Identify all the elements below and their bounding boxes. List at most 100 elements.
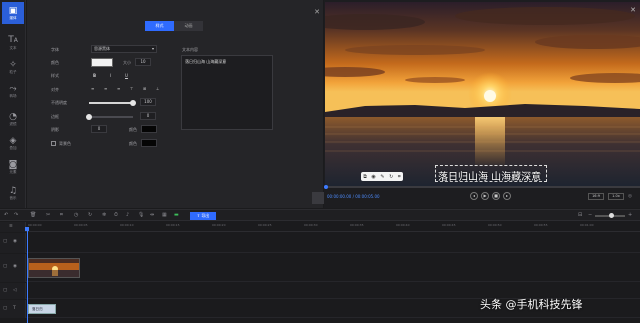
align-bottom-icon[interactable]: ⊥ xyxy=(156,86,159,91)
sidebar-item-particle[interactable]: ✧ 粒子 xyxy=(2,56,24,78)
sidebar-item-overlay[interactable]: ◈ 叠加 xyxy=(2,132,24,154)
align-left-icon[interactable]: ≡ xyxy=(91,86,94,91)
brush-icon[interactable]: ✎ xyxy=(380,174,384,180)
lock-icon[interactable]: ▢ xyxy=(3,288,7,293)
size-label: 大小 xyxy=(123,60,131,65)
aspect-ratio-select[interactable]: 16:9 xyxy=(588,193,604,200)
preview-zoom-select[interactable]: 1.0x xyxy=(608,193,624,200)
align-top-icon[interactable]: ⊤ xyxy=(130,86,133,91)
video-editor-app: ▣ 媒体 TA 文本 ✧ 粒子 ⤳ 转场 ◔ 滤镜 ◈ 叠加 ◙ 元素 ♫ 音乐 xyxy=(0,0,640,323)
eye-icon[interactable]: ◉ xyxy=(13,264,17,269)
opacity-input[interactable]: 100 xyxy=(140,98,156,106)
progress-handle[interactable] xyxy=(324,185,328,189)
mic-icon[interactable]: 🎙 xyxy=(138,212,144,218)
text-color-swatch[interactable] xyxy=(91,58,113,67)
play-icon[interactable]: ▶ xyxy=(481,192,489,200)
background-color-swatch[interactable] xyxy=(141,139,157,147)
eye-icon[interactable]: ◉ xyxy=(13,239,17,244)
opacity-slider[interactable] xyxy=(89,100,136,106)
add-track-icon[interactable]: ≡ xyxy=(9,224,13,229)
crop-icon[interactable]: ⌗ xyxy=(398,174,401,180)
timeline-zoom-slider[interactable] xyxy=(595,213,625,218)
text-style-panel: 样式 动画 ✕ 字体 思源黑体 ▾ 颜色 大小 10 样式 B I U 对齐 ≡… xyxy=(27,0,346,208)
preview-progress-bar[interactable] xyxy=(324,185,640,189)
zoom-out-icon[interactable]: − xyxy=(588,212,592,218)
align-right-icon[interactable]: ≡ xyxy=(117,86,120,91)
tab-animation[interactable]: 动画 xyxy=(174,21,203,31)
speaker-icon[interactable]: ◁ xyxy=(13,288,16,293)
prev-frame-icon[interactable]: ◂ xyxy=(470,192,478,200)
timer-icon[interactable]: ⏱ xyxy=(114,212,118,218)
rotate-icon[interactable]: ↻ xyxy=(88,212,92,218)
bold-button[interactable]: B xyxy=(93,73,96,78)
text-content-input[interactable]: 落日归山海 山海藏深意 xyxy=(181,55,273,130)
green-screen-icon[interactable]: ▬ xyxy=(174,212,179,218)
shadow-input[interactable]: 0 xyxy=(91,125,107,133)
playhead[interactable] xyxy=(27,228,28,323)
fit-timeline-icon[interactable]: ⊟ xyxy=(578,212,582,218)
rotate-icon[interactable]: ↻ xyxy=(389,174,393,180)
close-icon[interactable]: ✕ xyxy=(630,6,636,14)
sidebar-item-transition[interactable]: ⤳ 转场 xyxy=(2,80,24,102)
align-middle-icon[interactable]: ⊞ xyxy=(143,86,146,91)
redo-icon[interactable]: ↷ xyxy=(14,212,18,218)
sidebar-item-text[interactable]: TA 文本 xyxy=(2,32,24,54)
background-checkbox[interactable] xyxy=(51,141,56,146)
speed-icon[interactable]: ◷ xyxy=(74,212,78,218)
lock-icon[interactable]: ▢ xyxy=(3,239,7,244)
preview-subtitle-text[interactable]: 落日归山海 山海藏深意 xyxy=(438,168,541,183)
zoom-in-icon[interactable]: + xyxy=(628,212,632,218)
timeline-track[interactable] xyxy=(26,254,640,282)
cut-icon[interactable]: ✂ xyxy=(46,212,50,218)
undo-icon[interactable]: ↶ xyxy=(4,212,8,218)
delete-icon[interactable]: 🗑 xyxy=(30,212,36,218)
watermark-text: 头条 @手机科技先锋 xyxy=(480,298,583,311)
sidebar-item-label: 音乐 xyxy=(9,195,17,200)
size-input[interactable]: 10 xyxy=(135,58,151,66)
subtitle-mini-toolbar: ⧉ ◉ ✎ ↻ ⌗ xyxy=(361,172,403,181)
sidebar-item-element[interactable]: ◙ 元素 xyxy=(2,156,24,178)
zoom-slider-knob[interactable] xyxy=(609,213,614,218)
opacity-slider-knob[interactable] xyxy=(130,100,136,106)
lock-icon[interactable]: ▢ xyxy=(3,306,7,311)
font-select[interactable]: 思源黑体 ▾ xyxy=(91,45,157,53)
tab-style[interactable]: 样式 xyxy=(145,21,174,31)
sidebar-item-music[interactable]: ♫ 音乐 xyxy=(2,182,24,204)
ruler-tick-label: 00:00:20 xyxy=(212,223,226,227)
close-icon[interactable]: ✕ xyxy=(314,8,320,16)
split-icon[interactable]: ⇹ xyxy=(150,212,154,218)
next-frame-icon[interactable]: ▸ xyxy=(503,192,511,200)
ruler-tick-label: 00:00:10 xyxy=(120,223,134,227)
border-slider-knob[interactable] xyxy=(86,114,92,120)
video-clip[interactable] xyxy=(28,258,80,278)
music-icon: ♫ xyxy=(8,185,18,196)
border-input[interactable]: 0 xyxy=(140,112,156,120)
timeline-track[interactable] xyxy=(26,233,640,253)
text-clip[interactable]: 落日归 xyxy=(28,304,56,314)
shadow-color-swatch[interactable] xyxy=(141,125,157,133)
sidebar-item-filter[interactable]: ◔ 滤镜 xyxy=(2,108,24,130)
timeline-toolbar: ↶ ↷ 🗑 ✂ ⌗ ◷ ↻ ❄ ⏱ ♪ 🎙 ⇹ ▦ ▬ ⇪ 导出 ⊟ − + xyxy=(0,209,640,221)
export-button[interactable]: ⇪ 导出 xyxy=(190,212,216,220)
eye-icon[interactable]: ◉ xyxy=(371,174,375,180)
sidebar-item-label: 粒子 xyxy=(9,69,17,74)
crop-icon[interactable]: ⌗ xyxy=(60,212,63,218)
timeline-ruler[interactable]: 00:00:00 00:00:05 00:00:10 00:00:15 00:00:20… xyxy=(26,222,640,232)
italic-button[interactable]: I xyxy=(110,73,111,78)
sidebar-item-label: 叠加 xyxy=(9,145,17,150)
stop-icon[interactable]: ■ xyxy=(492,192,500,200)
border-slider[interactable] xyxy=(86,114,133,120)
text-icon[interactable]: T xyxy=(13,306,16,311)
audio-icon[interactable]: ♪ xyxy=(126,212,129,218)
copy-icon[interactable]: ⧉ xyxy=(363,174,367,180)
track-head-main: ▢ ◉ xyxy=(0,233,26,253)
lock-icon[interactable]: ▢ xyxy=(3,264,7,269)
underline-button[interactable]: U xyxy=(125,73,128,78)
mosaic-icon[interactable]: ▦ xyxy=(162,212,167,218)
sidebar-item-media[interactable]: ▣ 媒体 xyxy=(2,2,24,24)
border-label: 边框 xyxy=(51,114,59,119)
align-center-icon[interactable]: ≡ xyxy=(104,86,107,91)
snapshot-icon[interactable]: ◎ xyxy=(628,194,632,199)
sidebar-item-label: 滤镜 xyxy=(9,121,17,126)
freeze-icon[interactable]: ❄ xyxy=(102,212,106,218)
